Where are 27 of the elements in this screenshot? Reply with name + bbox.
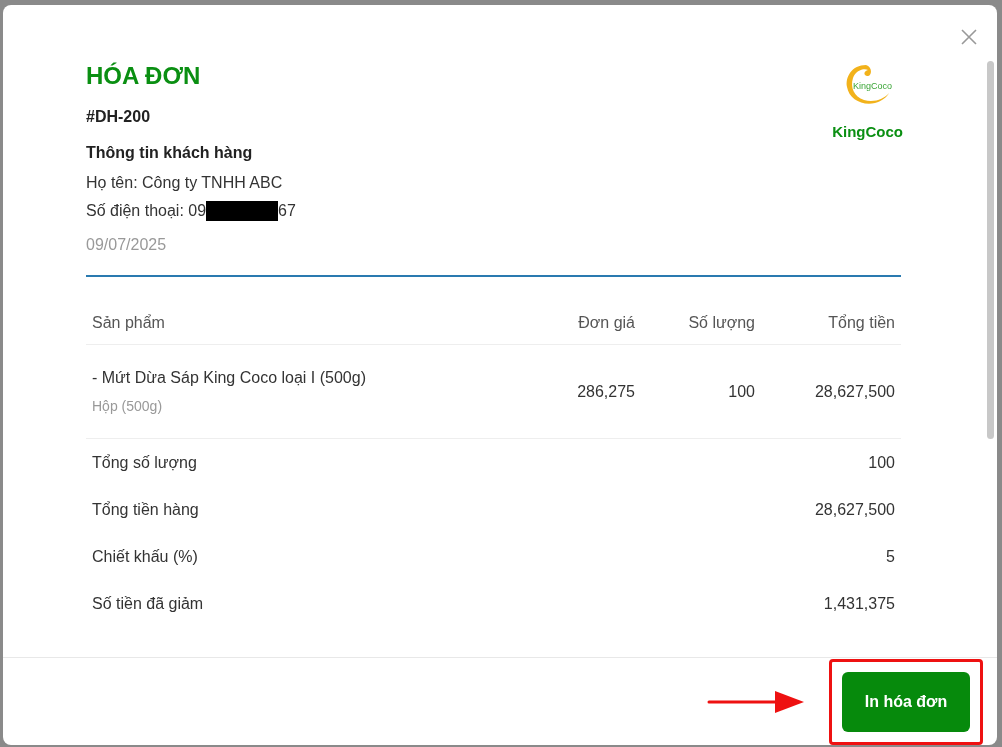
table-cell: 100 xyxy=(728,382,755,400)
summary-value: 5 xyxy=(886,546,895,567)
print-button[interactable]: In hóa đơn xyxy=(842,671,970,732)
column-header: Số lượng xyxy=(688,313,755,331)
customer-name: Họ tên: Công ty TNHH ABC xyxy=(86,173,284,193)
column-header: Sản phẩm xyxy=(92,313,165,331)
invoice-title: HÓA ĐƠN xyxy=(86,61,202,91)
table-cell: 286,275 xyxy=(577,382,635,400)
summary-value: 100 xyxy=(868,452,895,473)
summary-label: Chiết khấu (%) xyxy=(92,546,198,567)
brand-name: KingCoco xyxy=(832,122,903,142)
column-header: Tổng tiền xyxy=(828,313,895,331)
table-cell: 28,627,500 xyxy=(814,382,895,400)
summary-value: 28,627,500 xyxy=(814,499,895,520)
close-icon[interactable] xyxy=(961,29,977,45)
summary-label: Tổng số lượng xyxy=(92,452,197,473)
product-name: - Mứt Dừa Sáp King Coco loại I (500g) xyxy=(92,368,366,388)
summary-value: 1,431,375 xyxy=(823,593,895,614)
customer-heading: Thông tin khách hàng xyxy=(86,143,254,163)
phone-digits: 67 xyxy=(278,201,296,221)
column-header: Đơn giá xyxy=(578,313,635,331)
product-unit: Hộp (500g) xyxy=(92,397,163,416)
phone-label: Số điện thoại: 09 xyxy=(86,201,207,221)
summary-label: Số tiền đã giảm xyxy=(92,593,204,614)
summary-label: Tổng tiền hàng xyxy=(92,499,199,520)
order-code: #DH-200 xyxy=(86,107,152,127)
invoice-date: 09/07/2025 xyxy=(86,235,168,255)
